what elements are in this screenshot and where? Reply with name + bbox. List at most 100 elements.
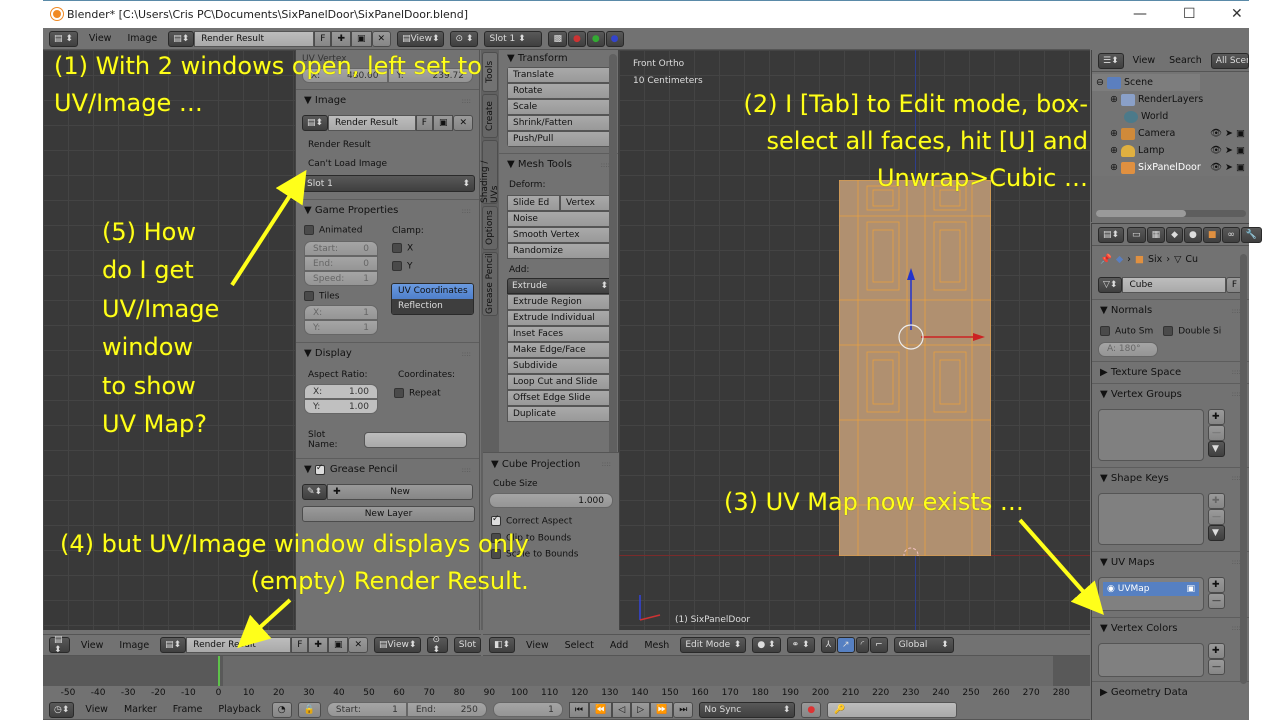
end-frame-field[interactable]: End: 250 <box>406 702 487 717</box>
image-browse-button[interactable]: ▤⬍ <box>168 30 195 47</box>
uv-image-viewport[interactable] <box>43 50 295 630</box>
world-tab-icon[interactable]: ● <box>1184 226 1202 243</box>
pencil-browse-icon[interactable]: ✎⬍ <box>302 484 328 500</box>
cube-size-field[interactable]: 1.000 <box>489 493 613 508</box>
jump-end-icon[interactable]: ⏭ <box>673 701 694 718</box>
open-image-icon-panel[interactable]: ▣ <box>432 115 454 131</box>
keying-set-field[interactable]: 🔑 <box>827 701 958 718</box>
pivot-dropdown-bottom[interactable]: ⊙ ⬍ <box>427 635 448 655</box>
play-reverse-icon[interactable]: ◁ <box>612 701 632 718</box>
viewport-editor-type[interactable]: ◧⬍ <box>489 637 516 653</box>
image-name-field[interactable]: Render Result <box>194 30 315 47</box>
current-frame-marker[interactable] <box>217 656 220 686</box>
uv-map-remove-button[interactable]: — <box>1208 592 1225 609</box>
outliner-scrollbar[interactable] <box>1096 210 1246 217</box>
repeat-checkbox[interactable]: Repeat <box>394 388 441 399</box>
timeline-editor-type[interactable]: ◷⬍ <box>49 701 75 718</box>
slot-dropdown[interactable]: Slot 1 ⬍ <box>484 30 543 47</box>
vertex-group-add-button[interactable]: ✚ <box>1208 408 1225 425</box>
outliner-item-lamp[interactable]: ⊕ Lamp 👁 ➤ ▣ <box>1092 142 1249 159</box>
play-icon[interactable]: ▷ <box>631 701 651 718</box>
outliner-menu-view[interactable]: View <box>1128 55 1161 66</box>
image-name-field-panel[interactable]: Render Result <box>328 115 416 131</box>
correct-aspect-checkbox[interactable]: Correct Aspect <box>483 508 619 527</box>
viewport-menu-add[interactable]: Add <box>605 640 633 651</box>
properties-editor-type[interactable]: ▤⬍ <box>1098 226 1125 243</box>
outliner-item-renderlayers[interactable]: ⊕ RenderLayers <box>1092 91 1249 108</box>
pin-icon[interactable]: 📌 <box>1100 254 1112 265</box>
viewport-menu-view[interactable]: View <box>521 640 554 651</box>
tab-create[interactable]: Create <box>482 94 498 138</box>
image-slot-dropdown[interactable]: Slot 1 ⬍ <box>302 175 475 192</box>
image-name-field-bottom[interactable]: Render Result <box>186 637 292 653</box>
timeline-menu-marker[interactable]: Marker <box>119 704 162 715</box>
menu-view[interactable]: View <box>84 33 117 44</box>
3d-viewport[interactable]: Front Ortho 10 Centimeters (1) SixPanelD… <box>619 50 1090 630</box>
tiles-y-field[interactable]: Y: 1 <box>304 320 378 335</box>
extrude-region-button[interactable]: Extrude Region <box>507 294 613 310</box>
uv-maps-header[interactable]: ▼ UV Maps:::: <box>1092 550 1249 573</box>
tab-shading-uvs[interactable]: Shading / UVs <box>480 140 500 204</box>
noise-button[interactable]: Noise <box>507 211 613 227</box>
shape-key-add-button[interactable]: ✚ <box>1208 492 1225 509</box>
scale-to-bounds-checkbox[interactable]: Scale to Bounds <box>483 543 619 560</box>
inset-faces-button[interactable]: Inset Faces <box>507 326 613 342</box>
display-blue-icon[interactable]: ● <box>605 30 624 47</box>
geometry-data-header[interactable]: ▶ Geometry Data <box>1092 680 1249 703</box>
fake-user-button-panel[interactable]: F <box>415 115 433 131</box>
outliner-filter-dropdown[interactable]: All Scenes <box>1210 52 1249 69</box>
view-mode-dropdown[interactable]: ▤ View ⬍ <box>397 30 445 47</box>
clamp-y-checkbox[interactable]: Y <box>392 261 413 272</box>
new-layer-button[interactable]: New Layer <box>302 506 475 522</box>
menu-image-bottom[interactable]: Image <box>114 640 154 651</box>
open-image-icon[interactable]: ▣ <box>351 30 372 47</box>
aspect-y-field[interactable]: Y: 1.00 <box>304 399 378 414</box>
loop-cut-button[interactable]: Loop Cut and Slide <box>507 374 613 390</box>
mapping-reflection[interactable]: Reflection <box>392 299 473 314</box>
push-pull-button[interactable]: Push/Pull <box>507 131 613 147</box>
constraints-tab-icon[interactable]: ∞ <box>1222 226 1240 243</box>
active-render-icon[interactable]: ▣ <box>1186 584 1195 594</box>
shape-key-remove-button[interactable]: — <box>1208 508 1225 525</box>
aspect-x-field[interactable]: X: 1.00 <box>304 384 378 399</box>
vertex-colors-header[interactable]: ▼ Vertex Colors:::: <box>1092 616 1249 639</box>
keying-set-icon[interactable]: ◔ <box>271 701 292 718</box>
shape-key-specials-button[interactable]: ▼ <box>1208 524 1225 541</box>
new-image-icon-bottom[interactable]: ✚ <box>308 637 328 653</box>
editor-type-button-bottom[interactable]: ▤ ⬍ <box>49 635 70 655</box>
grease-pencil-header[interactable]: ▼ Grease Pencil:::: <box>296 458 479 480</box>
vertex-group-specials-button[interactable]: ▼ <box>1208 440 1225 457</box>
double-sided-checkbox[interactable]: Double Si <box>1163 326 1221 337</box>
modifiers-tab-icon[interactable]: 🔧 <box>1240 226 1263 243</box>
timeline-menu-playback[interactable]: Playback <box>213 704 265 715</box>
lock-icon[interactable]: 🔒 <box>297 701 321 718</box>
slot-dropdown-bottom[interactable]: Slot <box>453 637 481 653</box>
end-field[interactable]: End: 0 <box>304 256 378 271</box>
randomize-button[interactable]: Randomize <box>507 243 613 259</box>
tab-grease-pencil[interactable]: Grease Pencil <box>482 252 498 316</box>
vertex-group-remove-button[interactable]: — <box>1208 424 1225 441</box>
object-tab-icon[interactable]: ■ <box>1202 226 1222 243</box>
speed-field[interactable]: Speed: 1 <box>304 271 378 286</box>
shrink-fatten-button[interactable]: Shrink/Fatten <box>507 115 613 131</box>
view-mode-dropdown-bottom[interactable]: ▤ View ⬍ <box>374 637 422 653</box>
open-image-icon-bottom[interactable]: ▣ <box>327 637 349 653</box>
animated-checkbox[interactable]: Animated <box>304 225 362 236</box>
mapping-uv-coordinates[interactable]: UV Coordinates <box>392 284 473 299</box>
uv-map-item[interactable]: ◉ UVMap ▣ <box>1103 581 1199 596</box>
shape-keys-header[interactable]: ▼ Shape Keys:::: <box>1092 466 1249 489</box>
mesh-name-field[interactable]: Cube <box>1122 277 1226 293</box>
grease-pencil-new-button[interactable]: ✚ New <box>327 484 473 500</box>
subdivide-button[interactable]: Subdivide <box>507 358 613 374</box>
minimize-button[interactable]: — <box>1133 6 1147 22</box>
translate-button[interactable]: Translate <box>507 67 613 83</box>
unlink-image-icon-bottom[interactable]: ✕ <box>348 637 369 653</box>
outliner-menu-search[interactable]: Search <box>1164 55 1207 66</box>
fake-user-button-bottom[interactable]: F <box>291 637 309 653</box>
clamp-x-checkbox[interactable]: X <box>392 243 413 254</box>
properties-scrollbar[interactable] <box>1240 254 1247 684</box>
image-section-header[interactable]: ▼ Image:::: <box>296 89 479 111</box>
outliner-item-sixpaneldoor[interactable]: ⊕ SixPanelDoor 👁 ➤ ▣ <box>1092 159 1249 176</box>
tab-options[interactable]: Options <box>482 206 498 250</box>
cube-projection-header[interactable]: ▼ Cube Projection:::: <box>483 453 619 475</box>
